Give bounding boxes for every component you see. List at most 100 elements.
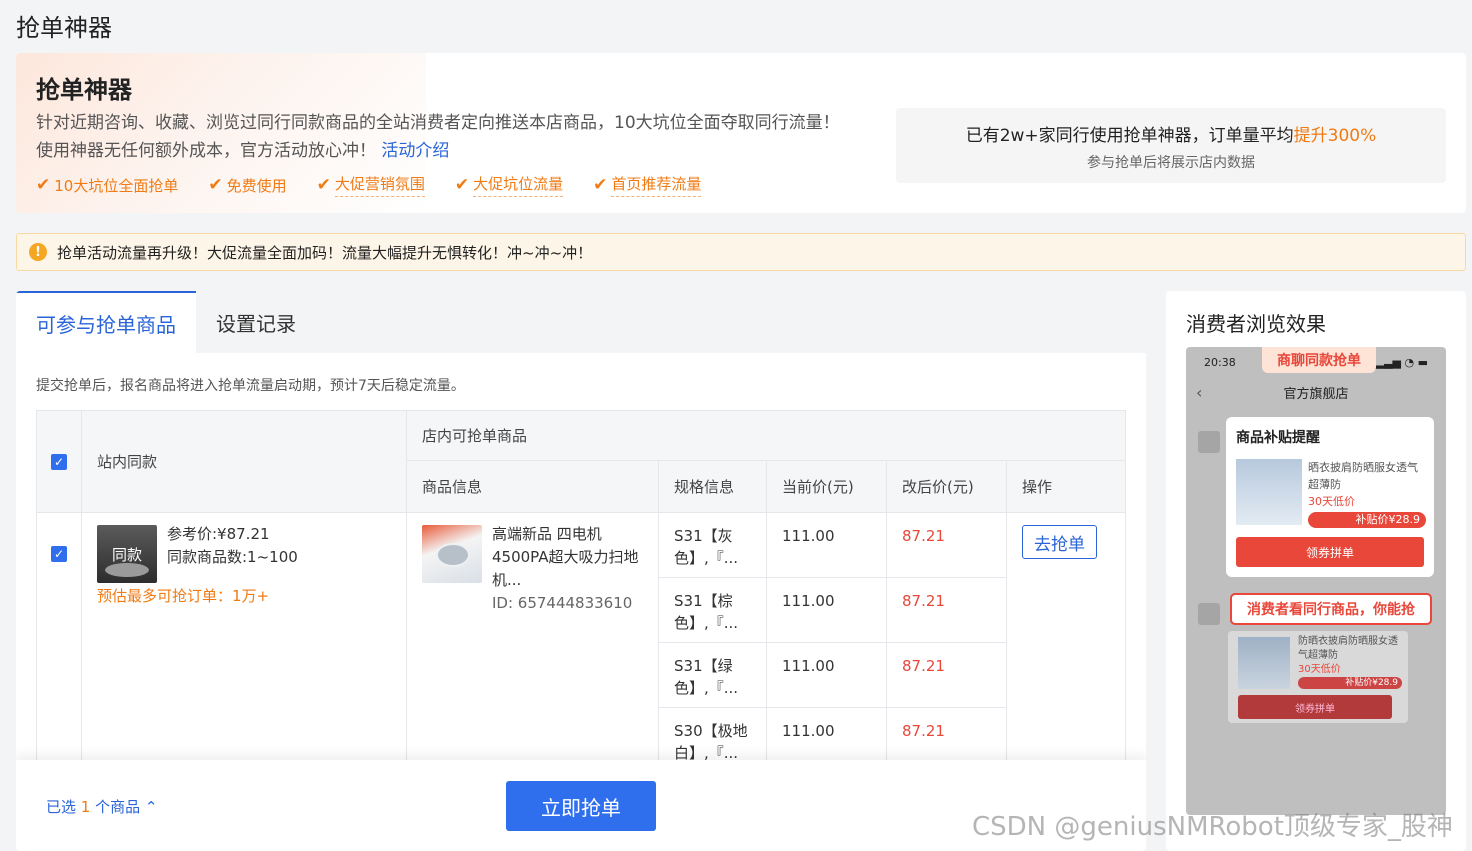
grab-order-button[interactable]: 去抢单 [1022,525,1097,559]
product-table: ✓ 站内同款 店内可抢单商品 商品信息 规格信息 当前价(元) 改后价(元) 操… [36,410,1126,774]
action-cell: 去抢单 [1007,513,1125,773]
stats-prefix: 已有2w+家同行使用抢单神器，订单量平均 [965,126,1294,146]
stats-highlight: 提升300% [1293,126,1377,146]
feature-label: 10大坑位全面抢单 [54,176,179,195]
activity-intro-link[interactable]: 活动介绍 [381,141,449,161]
header-site-same: 站内同款 [82,411,407,512]
sku-spec: S31【绿色】,『... [659,643,767,707]
usage-stats-box: 已有2w+家同行使用抢单神器，订单量平均提升300% 参与抢单后将展示店内数据 [896,108,1446,183]
hero-banner: 抢单神器 针对近期咨询、收藏、浏览过同行同款商品的全站消费者定向推送本店商品，1… [16,53,1466,213]
product-id: ID: 657444833610 [492,594,633,612]
feature-item: ✔ 10大坑位全面抢单 [36,173,178,197]
sku-rows: S31【灰色】,『... 111.00 87.21 S31【棕色】,『... 1… [659,513,1007,773]
header-store-group: 店内可抢单商品 商品信息 规格信息 当前价(元) 改后价(元) 操作 [407,411,1125,512]
reference-price: 参考价:¥87.21 [167,525,270,543]
card-product-image [1238,637,1290,689]
sku-row: S31【灰色】,『... 111.00 87.21 [659,513,1007,578]
notice-bar: ! 抢单活动流量再升级！大促流量全面加码！流量大幅提升无惧转化！冲~冲~冲！ [16,233,1466,271]
sku-row: S31【棕色】,『... 111.00 87.21 [659,578,1007,643]
feature-item[interactable]: ✔ 首页推荐流量 [593,173,702,197]
check-icon: ✔ [208,175,223,195]
site-info: 参考价:¥87.21 同款商品数:1~100 [167,523,298,569]
selected-summary[interactable]: 已选 1 个商品 ⌃ [46,796,158,817]
hero-desc-line2-wrap: 使用神器无任何额外成本，官方活动放心冲！ 活动介绍 [36,137,896,165]
feature-item[interactable]: ✔ 大促营销氛围 [317,173,425,197]
card-sub-price: 补贴价¥28.9 [1298,677,1402,689]
select-all-checkbox[interactable]: ✓ [51,453,67,470]
check-icon: ✔ [316,175,331,195]
tab-eligible-products[interactable]: 可参与抢单商品 [16,291,196,353]
sku-new-price: 87.21 [887,578,1007,642]
product-info-cell: 高端新品 四电机4500PA超大吸力扫地机... ID: 65744483361… [407,513,659,773]
check-icon: ✔ [593,175,608,195]
table-row: ✓ 同款 参考价:¥87.21 同款商品数:1~100 预估最多可抢订单：1万+… [37,513,1125,773]
submit-grab-button[interactable]: 立即抢单 [506,781,656,831]
sku-row: S31【绿色】,『... 111.00 87.21 [659,643,1007,708]
phone-preview: 20:38 ▂▃▅ ◔ ▬ 商聊同款抢单 ‹ 官方旗舰店 商品补贴提醒 晒衣披肩… [1186,347,1446,815]
header-current-price: 当前价(元) [767,461,887,512]
header-product-info: 商品信息 [407,461,659,512]
secondary-product-card: 防晒衣披肩防晒服女透气超薄防 30天低价 补贴价¥28.9 领券拼单 [1228,631,1408,723]
header-checkbox-cell: ✓ [37,411,82,512]
chevron-up-icon: ⌃ [144,798,158,816]
selected-prefix: 已选 [46,798,77,816]
tip-text: 提交抢单后，报名商品将进入抢单流量启动期，预计7天后稳定流量。 [36,378,465,394]
hero-desc-line2: 使用神器无任何额外成本，官方活动放心冲！ [36,141,376,161]
popup-product-name: 晒衣披肩防晒服女透气超薄防 [1308,461,1418,491]
sku-spec: S31【灰色】,『... [659,513,767,577]
feature-list: ✔ 10大坑位全面抢单 ✔ 免费使用 ✔ 大促营销氛围 ✔ 大促坑位流量 ✔ 首页推荐流量 [36,173,702,197]
callout-label: 消费者看同行商品，你能抢 [1230,593,1432,625]
feature-label: 免费使用 [226,176,287,195]
row-checkbox[interactable]: ✓ [51,546,67,562]
feature-label: 大促坑位流量 [473,173,564,197]
popup-product-image [1236,459,1302,525]
table-header: ✓ 站内同款 店内可抢单商品 商品信息 规格信息 当前价(元) 改后价(元) 操… [37,411,1125,513]
status-time: 20:38 [1204,355,1236,369]
header-spec: 规格信息 [659,461,767,512]
product-info: 高端新品 四电机4500PA超大吸力扫地机... ID: 65744483361… [492,523,642,615]
page-title: 抢单神器 [16,14,112,42]
check-icon: ✔ [36,175,51,195]
main-panel: 可参与抢单商品 设置记录 提交抢单后，报名商品将进入抢单流量启动期，预计7天后稳… [16,291,1146,851]
check-icon: ✔ [454,175,470,195]
header-store: 店内可抢单商品 [407,411,1125,461]
selected-count: 1 [80,798,91,816]
feature-item[interactable]: ✔ 大促坑位流量 [454,173,564,197]
avatar [1198,603,1220,625]
store-cell: 高端新品 四电机4500PA超大吸力扫地机... ID: 65744483361… [407,513,1125,773]
row-checkbox-cell: ✓ [37,513,82,773]
header-action: 操作 [1022,478,1053,496]
popup-low-label: 30天低价 [1308,495,1355,508]
product-thumbnail[interactable] [422,525,482,583]
usage-stats-line: 已有2w+家同行使用抢单神器，订单量平均提升300% [896,121,1446,146]
signal-wifi-battery-icon: ▂▃▅ ◔ ▬ [1375,355,1428,369]
preview-tag: 商聊同款抢单 [1262,347,1376,373]
card-product-name: 防晒衣披肩防晒服女透气超薄防 [1298,636,1398,661]
hero-desc-line1: 针对近期咨询、收藏、浏览过同行同款商品的全站消费者定向推送本店商品，10大坑位全… [36,113,840,133]
product-name[interactable]: 高端新品 四电机4500PA超大吸力扫地机... [492,523,642,592]
tab-settings-record[interactable]: 设置记录 [196,291,316,353]
selected-suffix: 个商品 [95,798,141,816]
card-product-text: 防晒衣披肩防晒服女透气超薄防 30天低价 补贴价¥28.9 [1298,635,1402,689]
sku-current-price: 111.00 [767,578,887,642]
feature-item: ✔ 免费使用 [208,173,286,197]
sku-spec: S31【棕色】,『... [659,578,767,642]
shop-nav: ‹ 官方旗舰店 [1186,377,1446,407]
popup-sub-price: 补贴价¥28.9 [1308,512,1426,528]
warning-icon: ! [29,243,47,261]
sku-current-price: 111.00 [767,513,887,577]
tab-bar: 可参与抢单商品 设置记录 [16,291,1146,353]
shop-name: 官方旗舰店 [1283,386,1349,402]
popup-product-text: 晒衣披肩防晒服女透气超薄防 30天低价 补贴价¥28.9 [1308,459,1426,528]
sku-new-price: 87.21 [887,513,1007,577]
header-subcolumns: 商品信息 规格信息 当前价(元) 改后价(元) 操作 [407,461,1125,512]
site-same-cell: 同款 参考价:¥87.21 同款商品数:1~100 预估最多可抢订单：1万+ [82,513,407,773]
feature-label: 大促营销氛围 [334,173,425,197]
same-product-count: 同款商品数:1~100 [167,548,298,566]
back-icon: ‹ [1196,382,1203,402]
card-coupon-button: 领券拼单 [1238,695,1392,719]
estimated-orders: 预估最多可抢订单：1万+ [97,587,270,605]
watermark: CSDN @geniusNMRobot顶级专家_股神 [972,812,1453,842]
card-low-label: 30天低价 [1298,664,1341,675]
hero-description: 针对近期咨询、收藏、浏览过同行同款商品的全站消费者定向推送本店商品，10大坑位全… [36,109,896,165]
